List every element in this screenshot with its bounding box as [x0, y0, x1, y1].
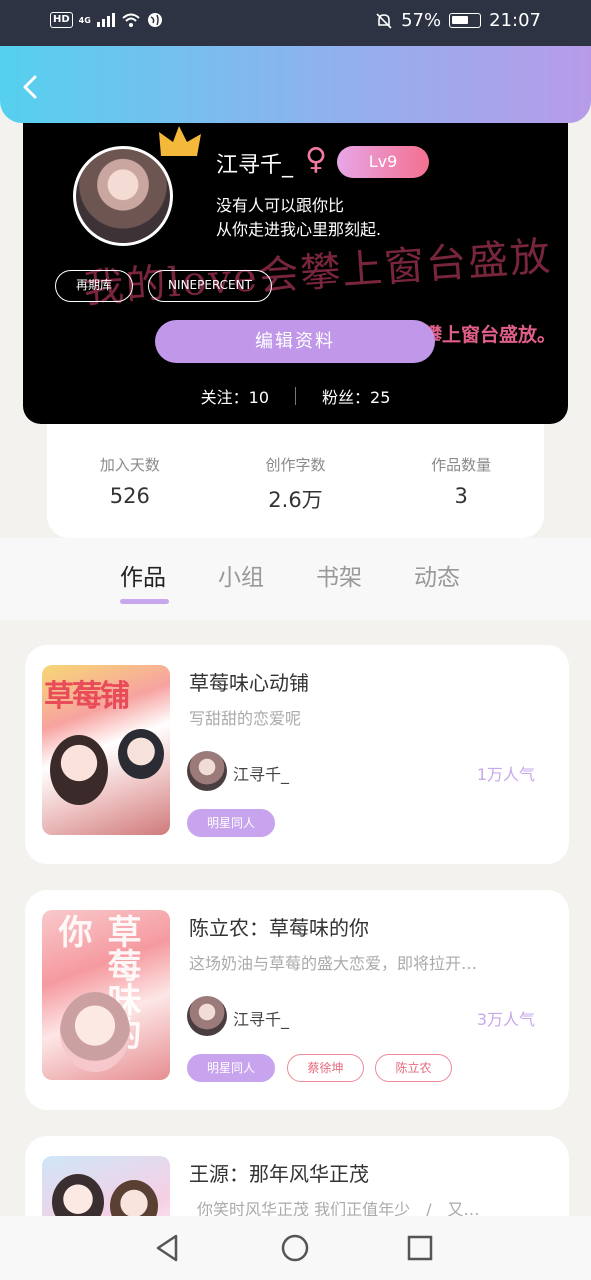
stat-value: 3: [454, 484, 468, 508]
network-type: 4G: [78, 15, 91, 25]
work-tag[interactable]: 明星同人: [187, 809, 275, 837]
book-cover[interactable]: 草莓味的你: [42, 910, 170, 1080]
popularity: 1万人气: [476, 765, 535, 784]
stats-card: 加入天数 526 创作字数 2.6万 作品数量 3: [47, 424, 544, 538]
stat-work-count: 作品数量 3: [396, 454, 526, 538]
cover-figure: [118, 729, 164, 779]
stat-label: 作品数量: [431, 456, 492, 474]
hd-indicator: HD: [50, 12, 73, 28]
crown-icon: [159, 126, 201, 156]
female-gender-icon: ♀: [305, 142, 327, 177]
profile-card: 我的love会攀上窗台盛放 攀上窗台盛放。 江寻千_ ♀ Lv9 没有人可以跟你…: [23, 100, 568, 424]
fans-count[interactable]: 粉丝：25: [322, 384, 390, 408]
book-cover[interactable]: 草莓铺: [42, 665, 170, 835]
following-value: 10: [248, 388, 269, 407]
nav-recents-icon[interactable]: [404, 1232, 436, 1264]
work-tag[interactable]: 明星同人: [187, 1054, 275, 1082]
stat-word-count: 创作字数 2.6万: [230, 454, 360, 538]
work-description: 这场奶油与草莓的盛大恋爱，即将拉开…: [189, 954, 478, 973]
tab-label: 书架: [316, 565, 362, 591]
globe-icon: [147, 13, 162, 27]
author-name[interactable]: 江寻千_: [233, 1006, 289, 1030]
username: 江寻千_: [216, 153, 294, 178]
work-title[interactable]: 陈立农：草莓味的你: [189, 912, 369, 941]
author-avatar[interactable]: [187, 996, 227, 1036]
stat-value: 2.6万: [268, 488, 323, 512]
follow-stats: 关注：10 粉丝：25: [23, 384, 568, 408]
cover-figure: [50, 735, 108, 805]
edit-profile-button[interactable]: 编辑资料: [155, 320, 435, 363]
tab-label: 小组: [218, 565, 264, 591]
signal-icon: [96, 13, 115, 27]
back-arrow-icon[interactable]: [16, 72, 46, 102]
profile-tag[interactable]: NINEPERCENT: [148, 270, 272, 302]
system-nav-bar: [0, 1216, 591, 1280]
work-tag[interactable]: 蔡徐坤: [287, 1054, 364, 1082]
battery-percent: 57%: [401, 10, 442, 31]
tab-activity[interactable]: 动态: [414, 558, 460, 592]
fans-value: 25: [370, 388, 391, 407]
cover-figure: [60, 992, 130, 1072]
nav-back-icon[interactable]: [152, 1232, 184, 1264]
fans-label: 粉丝：: [322, 388, 371, 407]
work-tag[interactable]: 陈立农: [375, 1054, 452, 1082]
background-lyric-2: 攀上窗台盛放。: [423, 324, 557, 346]
status-bar: HD 4G 57% 21:07: [0, 0, 591, 46]
work-card[interactable]: 草莓味的你 陈立农：草莓味的你 这场奶油与草莓的盛大恋爱，即将拉开… 江寻千_ …: [25, 890, 569, 1110]
battery-icon: [449, 13, 482, 28]
work-title[interactable]: 草莓味心动铺: [189, 667, 309, 696]
wifi-icon: [122, 13, 140, 27]
tab-bar: 作品 小组 书架 动态: [0, 538, 591, 620]
work-description: 写甜甜的恋爱呢: [189, 709, 302, 728]
following-count[interactable]: 关注：10: [201, 384, 269, 408]
stat-join-days: 加入天数 526: [65, 454, 195, 538]
author-name[interactable]: 江寻千_: [233, 761, 289, 785]
stat-value: 526: [109, 484, 150, 508]
tab-groups[interactable]: 小组: [218, 558, 264, 592]
following-label: 关注：: [200, 388, 249, 407]
profile-tag[interactable]: 再期库: [55, 270, 133, 302]
popularity: 3万人气: [476, 1010, 535, 1029]
nav-home-icon[interactable]: [279, 1232, 311, 1264]
tab-active-indicator: [120, 599, 169, 604]
bio: 没有人可以跟你比 从你走进我心里那刻起.: [216, 196, 382, 239]
cover-title: 草莓铺: [44, 679, 130, 714]
tab-bookshelf[interactable]: 书架: [316, 558, 362, 592]
work-title[interactable]: 王源：那年风华正茂: [189, 1158, 369, 1187]
work-card[interactable]: 草莓铺 草莓味心动铺 写甜甜的恋爱呢 江寻千_ 1万人气 明星同人: [25, 645, 569, 864]
stat-label: 创作字数: [265, 456, 326, 474]
author-avatar[interactable]: [187, 751, 227, 791]
tab-label: 动态: [414, 565, 460, 591]
level-badge: Lv9: [337, 146, 429, 178]
divider: [295, 387, 296, 405]
mute-bell-icon: [376, 12, 392, 29]
tab-works[interactable]: 作品: [120, 558, 169, 604]
tab-label: 作品: [120, 565, 166, 591]
clock: 21:07: [489, 10, 541, 31]
stat-label: 加入天数: [99, 456, 160, 474]
